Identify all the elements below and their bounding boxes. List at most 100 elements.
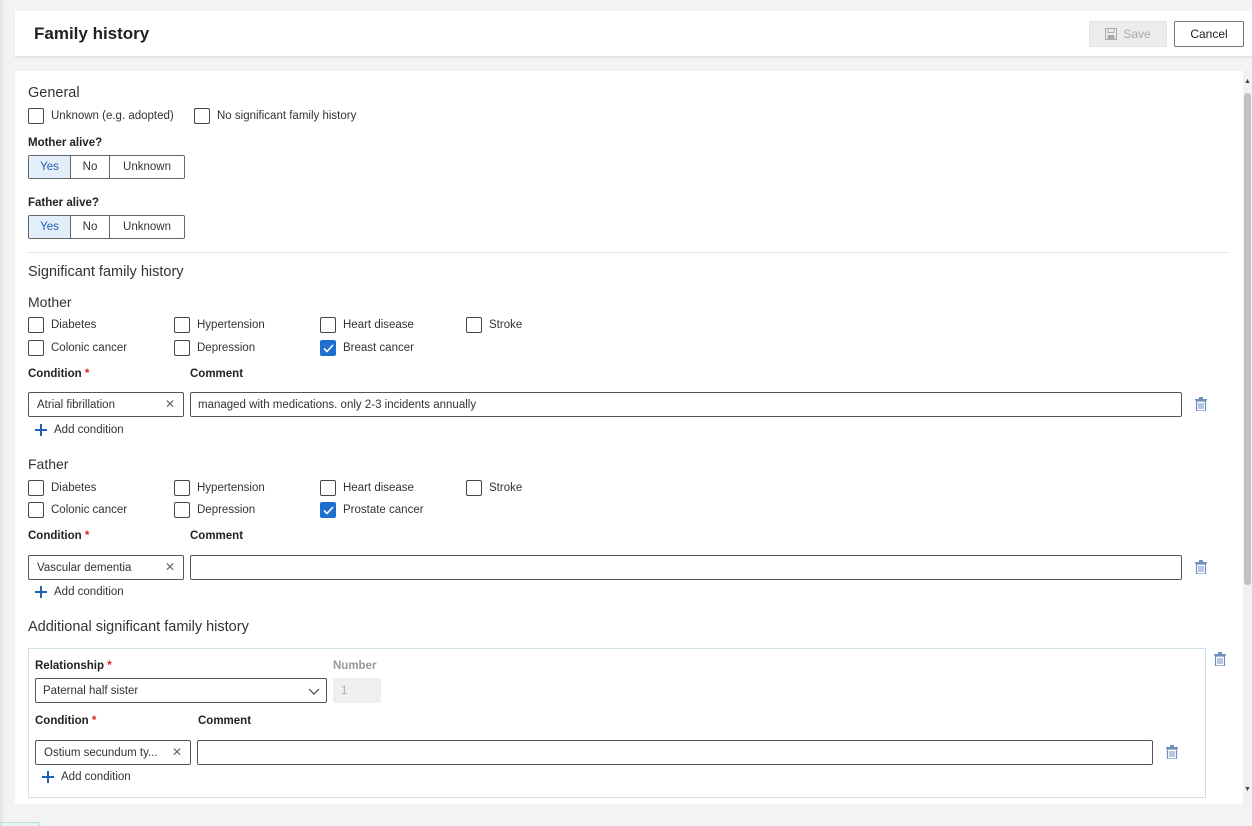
relationship-label: Relationship *: [35, 660, 112, 672]
mother-alive-unknown[interactable]: Unknown: [110, 156, 184, 178]
save-button[interactable]: Save: [1089, 21, 1167, 47]
checkbox-box: [320, 317, 336, 333]
checkbox-box: [28, 108, 44, 124]
add-condition-label: Add condition: [54, 586, 124, 598]
page-title: Family history: [34, 24, 150, 43]
mother-alive-toggle: Yes No Unknown: [28, 155, 185, 179]
condition-value: Atrial fibrillation: [37, 398, 115, 411]
father-hypertension-checkbox[interactable]: Hypertension: [174, 480, 265, 496]
checkbox-box: [28, 480, 44, 496]
checkbox-box: [466, 317, 482, 333]
checkbox-label: Breast cancer: [343, 342, 414, 354]
additional-history-heading: Additional significant family history: [28, 619, 249, 635]
checkbox-label: Diabetes: [51, 319, 97, 331]
checkbox-label: Hypertension: [197, 482, 265, 494]
father-heart-disease-checkbox[interactable]: Heart disease: [320, 480, 414, 496]
mother-comment-input[interactable]: managed with medications. only 2-3 incid…: [190, 392, 1182, 417]
father-condition-field[interactable]: Vascular dementia ✕: [28, 555, 184, 580]
checkbox-label: Depression: [197, 504, 256, 516]
mother-heart-disease-checkbox[interactable]: Heart disease: [320, 317, 414, 333]
father-alive-no[interactable]: No: [71, 216, 110, 238]
checkbox-label: No significant family history: [217, 110, 357, 122]
delete-relationship-trash-icon[interactable]: [1214, 652, 1226, 666]
additional-comment-input[interactable]: [197, 740, 1153, 765]
checkbox-label: Colonic cancer: [51, 504, 128, 516]
plus-icon: [35, 424, 47, 436]
father-alive-label: Father alive?: [28, 197, 99, 209]
save-icon: [1105, 28, 1118, 40]
section-divider: [28, 252, 1229, 253]
mother-heading: Mother: [28, 294, 72, 310]
condition-value: Vascular dementia: [37, 561, 132, 574]
father-add-condition-button[interactable]: Add condition: [35, 586, 124, 598]
delete-trash-icon[interactable]: [1195, 560, 1207, 574]
checkbox-label: Prostate cancer: [343, 504, 424, 516]
checkbox-label: Heart disease: [343, 482, 414, 494]
checkbox-label: Depression: [197, 342, 256, 354]
relationship-value: Paternal half sister: [43, 684, 139, 697]
father-diabetes-checkbox[interactable]: Diabetes: [28, 480, 96, 496]
father-alive-yes[interactable]: Yes: [29, 216, 71, 238]
mother-depression-checkbox[interactable]: Depression: [174, 340, 255, 356]
unknown-adopted-checkbox[interactable]: Unknown (e.g. adopted): [28, 108, 174, 124]
additional-condition-field[interactable]: Ostium secundum ty... ✕: [35, 740, 191, 765]
checkbox-box: [174, 480, 190, 496]
checkmark-icon: [322, 505, 334, 515]
mother-stroke-checkbox[interactable]: Stroke: [466, 317, 522, 333]
mother-alive-no[interactable]: No: [71, 156, 110, 178]
checkbox-box: [174, 317, 190, 333]
mother-breast-cancer-checkbox[interactable]: Breast cancer: [320, 340, 414, 356]
no-significant-history-checkbox[interactable]: No significant family history: [194, 108, 356, 124]
delete-trash-icon[interactable]: [1166, 745, 1178, 759]
father-stroke-checkbox[interactable]: Stroke: [466, 480, 522, 496]
mother-hypertension-checkbox[interactable]: Hypertension: [174, 317, 265, 333]
plus-icon: [42, 771, 54, 783]
checkbox-box: [28, 502, 44, 518]
checkbox-label: Unknown (e.g. adopted): [51, 110, 174, 122]
checkbox-label: Heart disease: [343, 319, 414, 331]
save-label: Save: [1123, 27, 1151, 41]
father-colonic-cancer-checkbox[interactable]: Colonic cancer: [28, 502, 127, 518]
add-condition-label: Add condition: [54, 424, 124, 436]
mother-colonic-cancer-checkbox[interactable]: Colonic cancer: [28, 340, 127, 356]
clear-icon[interactable]: ✕: [165, 560, 175, 574]
left-edge: [0, 0, 3, 826]
scroll-down-arrow-icon[interactable]: ▼: [1244, 786, 1251, 793]
mother-add-condition-button[interactable]: Add condition: [35, 424, 124, 436]
add-condition-label: Add condition: [61, 771, 131, 783]
checkbox-label: Stroke: [489, 319, 523, 331]
checkbox-label: Diabetes: [51, 482, 97, 494]
page-header: Family history Save Cancel: [15, 11, 1252, 57]
mother-condition-field[interactable]: Atrial fibrillation ✕: [28, 392, 184, 417]
clear-icon[interactable]: ✕: [172, 745, 182, 759]
checkbox-box: [174, 502, 190, 518]
mother-diabetes-checkbox[interactable]: Diabetes: [28, 317, 96, 333]
scroll-up-arrow-icon[interactable]: ▲: [1244, 78, 1251, 85]
delete-trash-icon[interactable]: [1195, 397, 1207, 411]
father-comment-input[interactable]: [190, 555, 1182, 580]
father-alive-toggle: Yes No Unknown: [28, 215, 185, 239]
number-label: Number: [333, 660, 377, 672]
checkbox-label: Colonic cancer: [51, 342, 128, 354]
father-depression-checkbox[interactable]: Depression: [174, 502, 255, 518]
checkbox-box: [174, 340, 190, 356]
checkbox-box: [28, 317, 44, 333]
bottom-tab[interactable]: [0, 822, 40, 826]
mother-condition-label: Condition *: [28, 368, 90, 380]
clear-icon[interactable]: ✕: [165, 397, 175, 411]
checkbox-box: [28, 340, 44, 356]
cancel-button[interactable]: Cancel: [1174, 21, 1244, 47]
relationship-select[interactable]: Paternal half sister: [35, 678, 327, 703]
father-alive-unknown[interactable]: Unknown: [110, 216, 184, 238]
father-prostate-cancer-checkbox[interactable]: Prostate cancer: [320, 502, 424, 518]
checkbox-box: [320, 480, 336, 496]
condition-value: Ostium secundum ty...: [44, 746, 158, 759]
additional-add-condition-button[interactable]: Add condition: [42, 771, 131, 783]
father-heading: Father: [28, 456, 69, 472]
mother-alive-yes[interactable]: Yes: [29, 156, 71, 178]
checkmark-icon: [322, 343, 334, 353]
scrollbar-thumb[interactable]: [1244, 93, 1251, 585]
significant-history-heading: Significant family history: [28, 264, 184, 280]
checkbox-label: Hypertension: [197, 319, 265, 331]
general-heading: General: [28, 85, 80, 101]
